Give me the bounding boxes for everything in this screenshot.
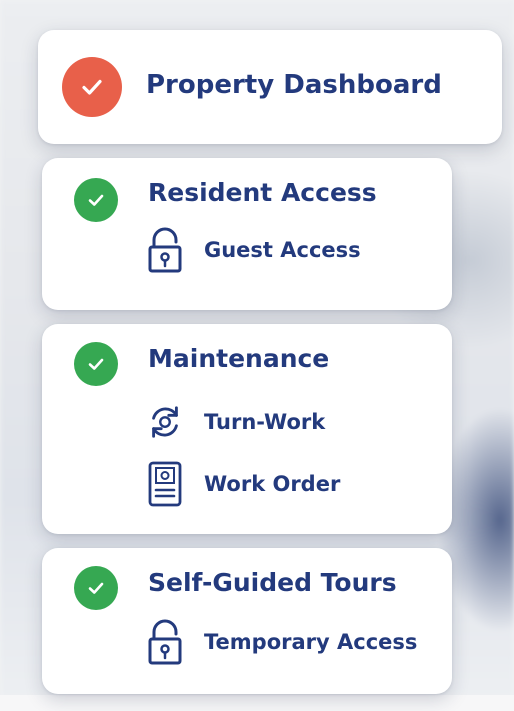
- guest-access-link[interactable]: Guest Access: [146, 227, 361, 273]
- turn-work-link[interactable]: Turn-Work: [146, 400, 325, 444]
- card-self-guided-tours[interactable]: Self-Guided Tours Temporary Access: [42, 548, 452, 694]
- card-property-dashboard[interactable]: Property Dashboard: [38, 30, 502, 144]
- padlock-unlocked-icon: [146, 619, 184, 665]
- item-label: Turn-Work: [204, 410, 326, 434]
- work-order-link[interactable]: Work Order: [146, 461, 341, 507]
- document-gear-icon: [146, 461, 184, 507]
- card-title: Property Dashboard: [146, 70, 442, 100]
- check-circle-green-icon: [74, 342, 118, 386]
- check-circle-red-icon: [62, 57, 122, 117]
- card-title: Maintenance: [148, 344, 330, 373]
- item-label: Work Order: [204, 472, 341, 496]
- card-title: Self-Guided Tours: [148, 568, 397, 597]
- temporary-access-link[interactable]: Temporary Access: [146, 619, 418, 665]
- item-label: Guest Access: [204, 238, 361, 262]
- card-maintenance[interactable]: Maintenance Turn-Work Work Order: [42, 324, 452, 534]
- refresh-gear-icon: [146, 400, 184, 444]
- card-resident-access[interactable]: Resident Access Guest Access: [42, 158, 452, 310]
- item-label: Temporary Access: [204, 630, 418, 654]
- card-title: Resident Access: [148, 178, 377, 207]
- check-circle-green-icon: [74, 178, 118, 222]
- padlock-unlocked-icon: [146, 227, 184, 273]
- check-circle-green-icon: [74, 566, 118, 610]
- bottom-strip: [0, 695, 514, 711]
